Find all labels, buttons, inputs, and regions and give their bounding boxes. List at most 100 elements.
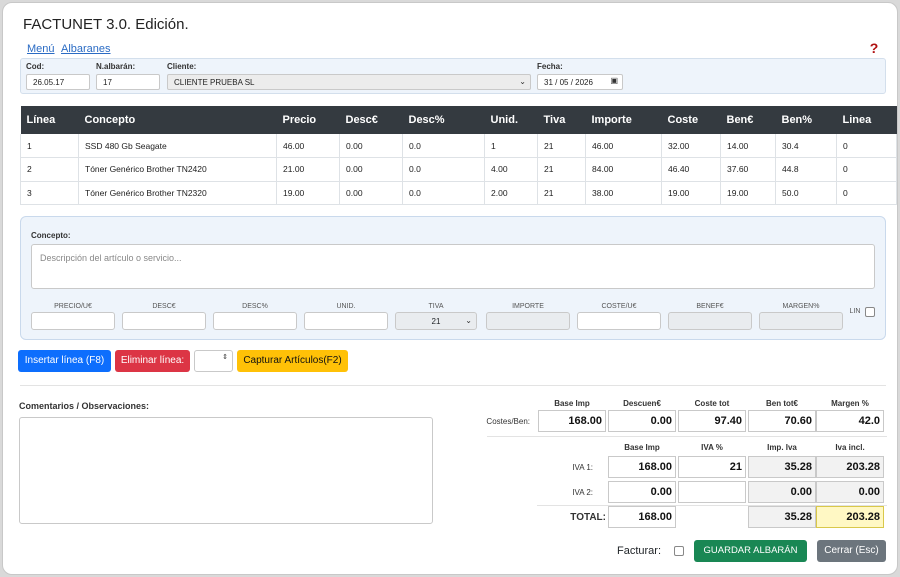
comments-input[interactable]: [19, 417, 433, 524]
table-cell: 46.00: [276, 134, 340, 158]
table-cell: 32.00: [661, 134, 721, 158]
col-header[interactable]: Importe: [585, 106, 662, 134]
table-cell: 3: [20, 181, 79, 205]
col-header[interactable]: Ben%: [775, 106, 837, 134]
table-row[interactable]: 2 Tóner Genérico Brother TN2420 21.00 0.…: [20, 157, 897, 182]
col-header[interactable]: Línea: [20, 106, 79, 134]
table-cell: 21: [537, 181, 586, 205]
sum-header: Coste tot: [694, 399, 730, 408]
cliente-value: CLIENTE PRUEBA SL: [174, 78, 255, 87]
table-cell: 21: [537, 134, 586, 158]
concepto-input[interactable]: Descripción del artículo o servicio...: [31, 244, 875, 289]
table-cell: 44.8: [775, 157, 837, 182]
total-label: TOTAL:: [570, 512, 606, 523]
facturar-checkbox[interactable]: [674, 546, 684, 556]
capture-articles-button[interactable]: Capturar Artículos(F2): [237, 350, 348, 372]
table-cell: 38.00: [585, 181, 662, 205]
coste-label: COSTE/U€: [601, 303, 637, 310]
total-incl: 203.28: [816, 506, 884, 528]
table-cell: 0.0: [402, 157, 485, 182]
col-header[interactable]: Coste: [661, 106, 721, 134]
table-row[interactable]: 1 SSD 480 Gb Seagate 46.00 0.00 0.0 1 21…: [20, 134, 897, 158]
benef-input: [668, 312, 752, 330]
table-cell: SSD 480 Gb Seagate: [78, 134, 277, 158]
facturar-label: Facturar:: [617, 545, 662, 557]
iva2-pct[interactable]: [678, 481, 746, 503]
table-cell: 21: [537, 157, 586, 182]
table-cell: 2: [20, 157, 79, 182]
col-header[interactable]: Concepto: [78, 106, 277, 134]
iva2-incl: 0.00: [816, 481, 884, 503]
table-cell: 14.00: [720, 134, 776, 158]
iva-header: IVA %: [701, 443, 723, 452]
chevron-down-icon: ⌄: [465, 316, 472, 325]
table-cell: 46.40: [661, 157, 721, 182]
close-button[interactable]: Cerrar (Esc): [817, 540, 886, 562]
cliente-label: Cliente:: [167, 62, 197, 71]
header-form: Cod: 26.05.17 N.albarán: 17 Cliente: CLI…: [20, 58, 886, 94]
table-row[interactable]: 3 Tóner Genérico Brother TN2320 19.00 0.…: [20, 181, 897, 205]
col-header[interactable]: Desc%: [402, 106, 485, 134]
help-icon[interactable]: ?: [868, 41, 880, 55]
base-imp-value: 168.00: [538, 410, 606, 432]
desc-eur-input[interactable]: [122, 312, 206, 330]
table-cell: 0: [836, 181, 897, 205]
margen-value: 42.0: [816, 410, 884, 432]
iva-header: Base Imp: [624, 443, 660, 452]
iva1-pct[interactable]: 21: [678, 456, 746, 478]
delete-line-stepper[interactable]: ⇕: [194, 350, 233, 372]
table-cell: 0.00: [339, 134, 403, 158]
save-button[interactable]: GUARDAR ALBARÁN: [694, 540, 807, 562]
iva-header: Imp. Iva: [767, 443, 797, 452]
col-header[interactable]: Desc€: [339, 106, 403, 134]
tiva-value: 21: [431, 317, 441, 326]
lin-label: LIN: [849, 308, 861, 315]
iva2-base: 0.00: [608, 481, 676, 503]
calendar-icon[interactable]: ▣: [610, 76, 618, 85]
delete-line-button[interactable]: Eliminar línea:: [115, 350, 190, 372]
unid-input[interactable]: [304, 312, 388, 330]
stepper-arrows-icon[interactable]: ⇕: [222, 353, 228, 361]
fecha-field[interactable]: 31 / 05 / 2026 ▣: [537, 74, 623, 90]
tiva-label: TIVA: [428, 303, 444, 310]
margen-input: [759, 312, 843, 330]
desc-pct-input[interactable]: [213, 312, 297, 330]
col-header[interactable]: Linea: [836, 106, 897, 134]
cliente-select[interactable]: CLIENTE PRUEBA SL ⌄: [167, 74, 531, 90]
col-header[interactable]: Precio: [276, 106, 340, 134]
coste-tot-value: 97.40: [678, 410, 746, 432]
descuento-value: 0.00: [608, 410, 676, 432]
nav-menu-link[interactable]: Menú: [27, 43, 55, 55]
table-cell: 1: [20, 134, 79, 158]
table-cell: 4.00: [484, 157, 538, 182]
lin-checkbox[interactable]: [865, 307, 875, 317]
importe-input: [486, 312, 570, 330]
divider: [487, 436, 887, 437]
table-cell: 1: [484, 134, 538, 158]
coste-input[interactable]: [577, 312, 661, 330]
tiva-select[interactable]: 21 ⌄: [395, 312, 477, 330]
comments-label: Comentarios / Observaciones:: [19, 401, 150, 411]
chevron-down-icon: ⌄: [519, 77, 526, 86]
ben-tot-value: 70.60: [748, 410, 816, 432]
divider: [20, 385, 886, 386]
desc-pct-label: DESC%: [242, 303, 268, 310]
table-cell: 50.0: [775, 181, 837, 205]
precio-input[interactable]: [31, 312, 115, 330]
table-cell: 21.00: [276, 157, 340, 182]
col-header[interactable]: Unid.: [484, 106, 538, 134]
desc-eur-label: DESC€: [152, 303, 176, 310]
unid-label: UNID.: [336, 303, 356, 310]
table-cell: 46.00: [585, 134, 662, 158]
iva1-imp: 35.28: [748, 456, 816, 478]
nav-albaranes-link[interactable]: Albaranes: [61, 43, 111, 55]
table-cell: 0.00: [339, 157, 403, 182]
insert-line-button[interactable]: Insertar línea (F8): [18, 350, 111, 372]
albaran-field[interactable]: 17: [96, 74, 160, 90]
fecha-value: 31 / 05 / 2026: [544, 78, 593, 87]
cod-label: Cod:: [26, 62, 45, 71]
col-header[interactable]: Tiva: [537, 106, 586, 134]
margen-label: MARGEN%: [782, 303, 820, 310]
cod-field[interactable]: 26.05.17: [26, 74, 90, 90]
col-header[interactable]: Ben€: [720, 106, 776, 134]
